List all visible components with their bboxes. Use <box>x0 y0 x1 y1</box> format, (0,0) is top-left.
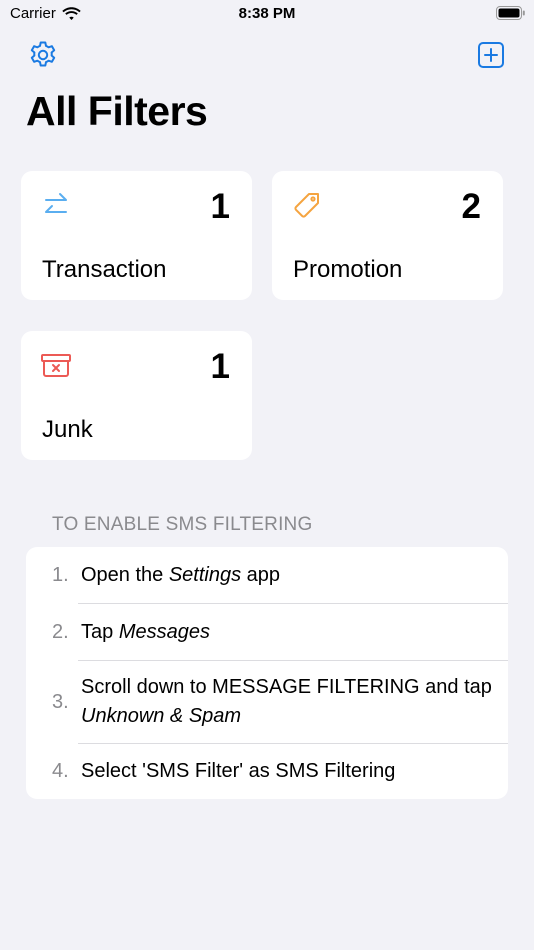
instructions-list: 1. Open the Settings app 2. Tap Messages… <box>26 547 508 799</box>
instructions-header: TO ENABLE SMS FILTERING <box>52 514 313 535</box>
tag-icon <box>294 193 319 218</box>
clock: 8:38 PM <box>238 5 296 22</box>
filter-label: Junk <box>42 416 93 443</box>
junk-filter-card[interactable]: 1 Junk <box>21 331 252 460</box>
filter-count: 1 <box>210 187 230 226</box>
step-number: 2. <box>52 620 69 643</box>
step-text: Scroll down to MESSAGE FILTERING and tap… <box>81 676 492 727</box>
plus-square-icon <box>478 42 504 68</box>
step-number: 4. <box>52 760 69 782</box>
transaction-filter-card[interactable]: 1 Transaction <box>21 171 252 300</box>
status-bar: Carrier 8:38 PM <box>0 0 534 30</box>
step-text: Tap Messages <box>81 620 210 643</box>
filter-count: 1 <box>210 347 230 386</box>
gear-icon <box>30 41 56 67</box>
filter-label: Promotion <box>293 256 403 283</box>
list-item: 3. Scroll down to MESSAGE FILTERING and … <box>26 661 508 743</box>
junk-box-icon <box>41 354 71 377</box>
filter-label: Transaction <box>42 256 167 283</box>
promotion-filter-card[interactable]: 2 Promotion <box>272 171 503 300</box>
settings-button[interactable] <box>26 38 60 72</box>
step-text: Open the Settings app <box>81 563 281 586</box>
add-filter-button[interactable] <box>474 38 508 72</box>
filter-count: 2 <box>461 187 481 226</box>
list-item: 4. Select 'SMS Filter' as SMS Filtering <box>26 744 508 799</box>
step-text: Select 'SMS Filter' as SMS Filtering <box>81 760 396 782</box>
list-item: 1. Open the Settings app <box>26 547 508 603</box>
step-number: 1. <box>52 563 69 586</box>
arrows-exchange-icon <box>45 193 67 213</box>
page-title: All Filters <box>26 88 208 134</box>
battery-icon <box>496 6 526 24</box>
step-number: 3. <box>52 690 69 713</box>
list-item: 2. Tap Messages <box>26 604 508 660</box>
